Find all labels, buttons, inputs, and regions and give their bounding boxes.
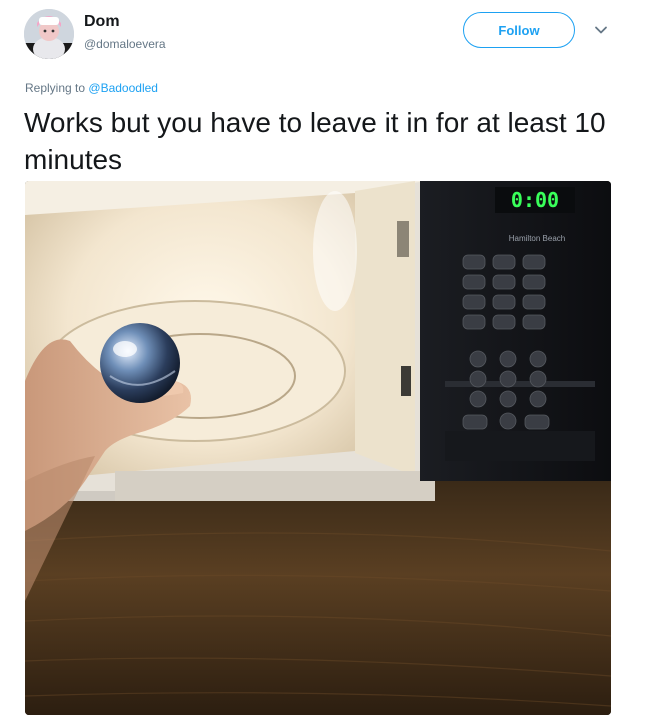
microwave-brand-text: Hamilton Beach (509, 234, 565, 243)
chevron-down-icon[interactable] (593, 22, 609, 38)
reply-context: Replying to @Badoodled (25, 81, 158, 95)
microwave-photo: 0:00 Hamilton Beach (25, 181, 611, 715)
author-name[interactable]: Dom (84, 13, 120, 31)
avatar[interactable] (24, 9, 74, 59)
tweet-card: Dom @domaloevera Follow Replying to @Bad… (0, 0, 660, 715)
follow-button[interactable]: Follow (463, 12, 575, 48)
profile-avatar-image (24, 9, 74, 59)
tweet-text: Works but you have to leave it in for at… (24, 107, 606, 175)
tweet-photo[interactable]: 0:00 Hamilton Beach (25, 181, 611, 715)
reply-prefix: Replying to (25, 81, 86, 95)
reply-mention-link[interactable]: @Badoodled (88, 81, 158, 95)
author-handle[interactable]: @domaloevera (84, 37, 166, 51)
microwave-display-text: 0:00 (511, 188, 559, 212)
